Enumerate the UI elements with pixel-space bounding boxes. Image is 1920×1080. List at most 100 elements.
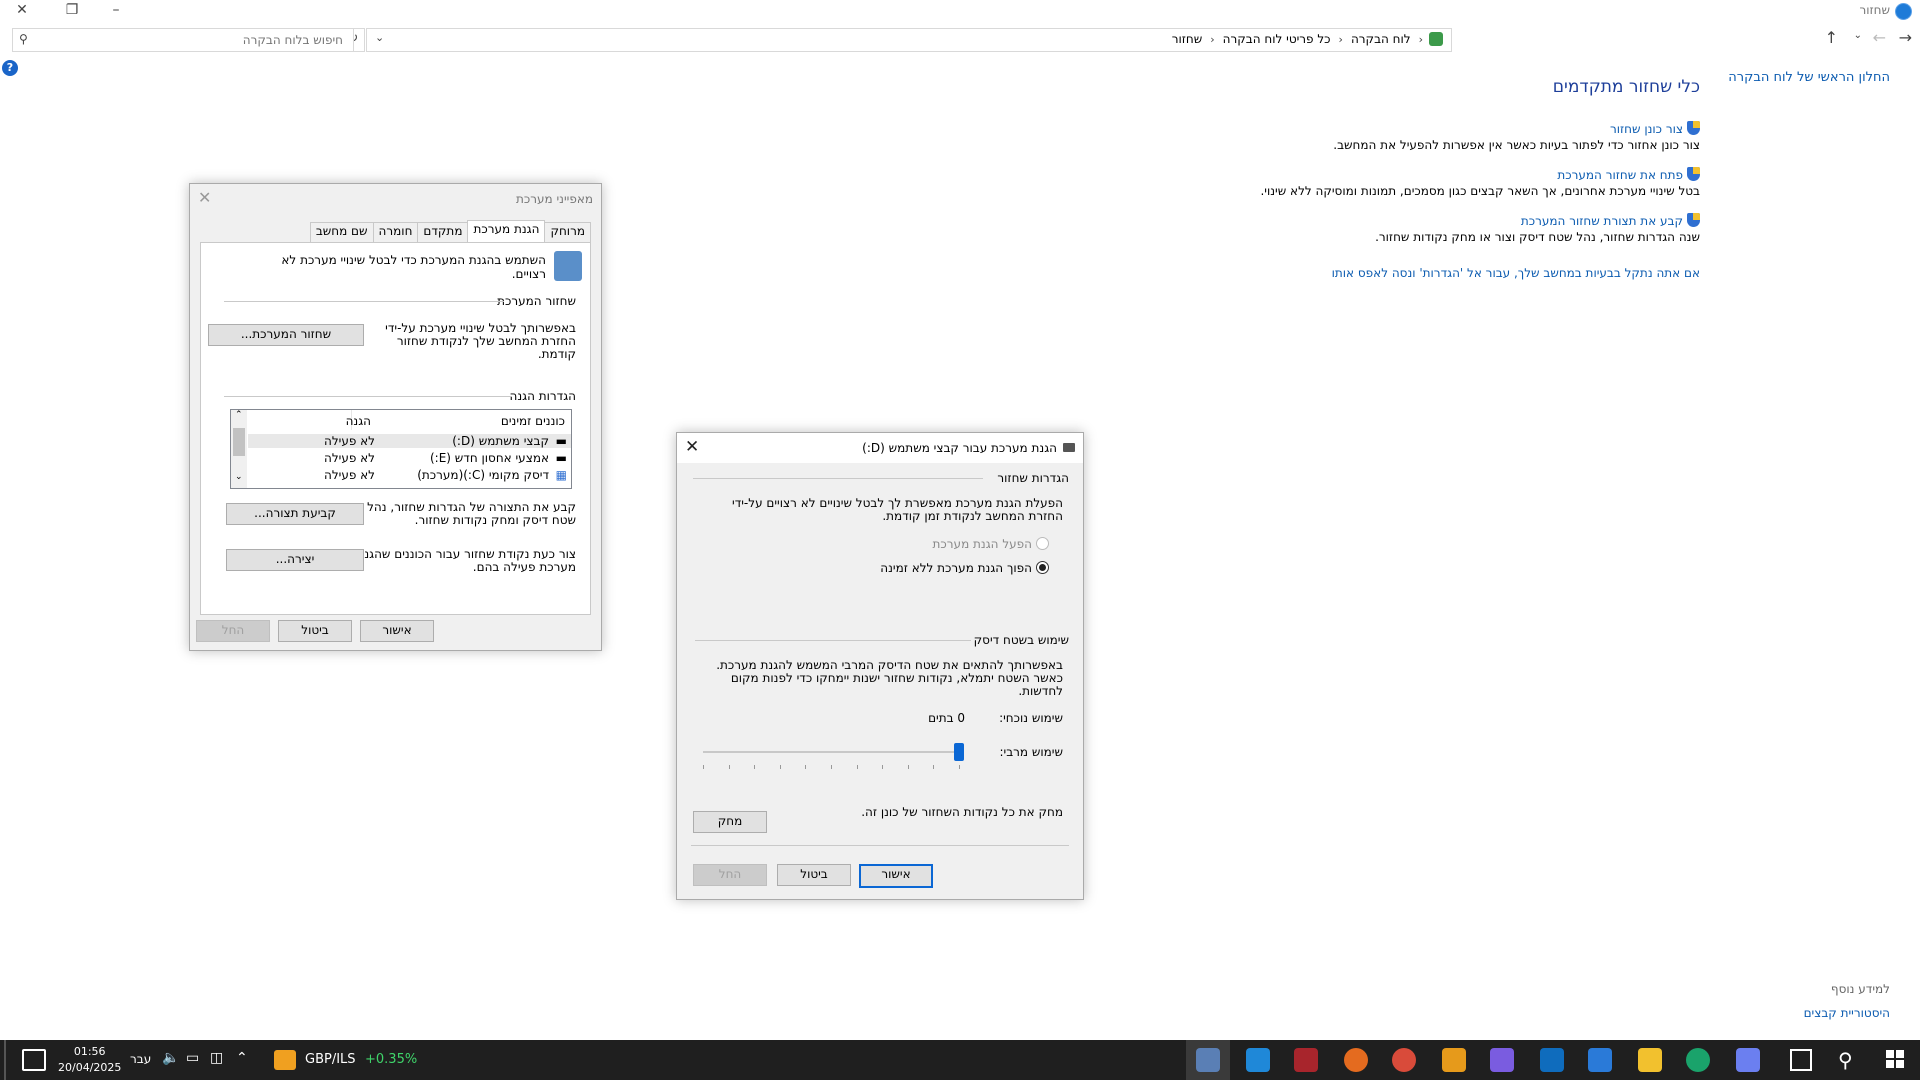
- network-icon[interactable]: ▭: [186, 1050, 199, 1066]
- search-input[interactable]: ⚲: [12, 28, 354, 52]
- scroll-thumb[interactable]: [233, 428, 245, 456]
- tab-remote[interactable]: מרוחק: [544, 222, 591, 243]
- slider-tick: [728, 765, 730, 769]
- chevron-up-icon[interactable]: ⌃: [236, 1050, 248, 1066]
- language-indicator[interactable]: עבר: [130, 1052, 151, 1066]
- back-icon[interactable]: →: [1899, 28, 1912, 47]
- forward-icon[interactable]: ←: [1873, 28, 1886, 47]
- column-header-protection[interactable]: הגנה: [346, 414, 371, 428]
- store-icon[interactable]: [1588, 1048, 1612, 1072]
- column-header-drives[interactable]: כוננים זמינים: [501, 414, 565, 428]
- configure-button[interactable]: קביעת תצורה...: [226, 503, 364, 525]
- close-icon[interactable]: ✕: [685, 437, 699, 457]
- drive-row[interactable]: ▬ קבצי משתמש (D:) לא פעילה: [248, 434, 571, 448]
- radio-disable[interactable]: הפוך הגנת מערכת ללא זמינה: [880, 561, 1049, 575]
- control-panel-home-link[interactable]: החלון הראשי של לוח הבקרה: [1728, 70, 1890, 85]
- open-system-restore-link[interactable]: פתח את שחזור המערכת: [1557, 168, 1683, 182]
- file-explorer-icon[interactable]: [1638, 1048, 1662, 1072]
- dialog-title: הגנת מערכת עבור קבצי משתמש (D:): [862, 441, 1057, 455]
- drive-icon: ▬: [555, 434, 567, 448]
- slider-tick: [703, 765, 704, 769]
- reset-pc-link[interactable]: אם אתה נתקל בבעיות במחשב שלך, עבור אל 'ה…: [1332, 266, 1700, 280]
- drive-row[interactable]: ▬ אמצעי אחסון חדש (E:) לא פעילה: [248, 451, 571, 465]
- delete-button[interactable]: מחק: [693, 811, 767, 833]
- page-title: כלי שחזור מתקדמים: [1552, 77, 1700, 97]
- search-icon[interactable]: ⚲: [19, 32, 28, 46]
- apply-button[interactable]: החל: [196, 620, 270, 642]
- apply-button[interactable]: החל: [693, 864, 767, 886]
- restore-icon[interactable]: ❐: [50, 0, 94, 22]
- search-icon[interactable]: ⚲: [1838, 1048, 1853, 1072]
- restore-description: באפשרותך לבטל שינויי מערכת על-ידי החזרת …: [385, 321, 576, 361]
- drive-status: לא פעילה: [323, 451, 375, 465]
- scroll-down-icon[interactable]: ⌄: [235, 472, 243, 482]
- tool-open-system-restore: פתח את שחזור המערכת בטל שינויי מערכת אחר…: [1260, 167, 1700, 198]
- firefox-icon[interactable]: [1344, 1048, 1368, 1072]
- cancel-button[interactable]: ביטול: [777, 864, 851, 886]
- drive-row[interactable]: ▦ דיסק מקומי (C:)(מערכת) לא פעילה: [248, 468, 571, 482]
- crumb-control-panel[interactable]: לוח הבקרה: [1351, 32, 1411, 46]
- file-history-link[interactable]: היסטוריית קבצים: [1804, 1006, 1890, 1020]
- chevron-down-icon[interactable]: ⌄: [375, 31, 384, 44]
- tab-hardware[interactable]: חומרה: [372, 222, 419, 243]
- control-panel-taskbar-icon[interactable]: [1196, 1048, 1220, 1072]
- windows-start-icon[interactable]: [1886, 1050, 1904, 1068]
- volume-icon[interactable]: 🔈: [162, 1050, 179, 1066]
- recent-locations-icon[interactable]: ⌄: [1854, 30, 1862, 41]
- edge-icon[interactable]: [1686, 1048, 1710, 1072]
- minimize-icon[interactable]: –: [94, 0, 138, 22]
- clock-date: 20/04/2025: [58, 1061, 122, 1074]
- help-icon[interactable]: ?: [2, 60, 18, 76]
- clock[interactable]: 01:56 20/04/2025: [58, 1044, 121, 1076]
- ok-button[interactable]: אישור: [360, 620, 434, 642]
- task-view-icon[interactable]: [1790, 1049, 1812, 1071]
- notifications-icon[interactable]: [22, 1049, 46, 1071]
- up-icon[interactable]: ↑: [1825, 28, 1838, 47]
- tool-create-recovery-drive: צור כונן שחזור צור כונן אחזור כדי לפתור …: [1333, 121, 1700, 152]
- start-pane: [1886, 1050, 1894, 1058]
- slider-tick: [805, 765, 807, 769]
- system-restore-button[interactable]: שחזור המערכת...: [208, 324, 364, 346]
- cancel-button[interactable]: ביטול: [278, 620, 352, 642]
- close-icon[interactable]: ✕: [198, 188, 211, 207]
- tab-advanced[interactable]: מתקדם: [417, 222, 469, 243]
- group-disk-usage: שימוש בשטח דיסק: [973, 633, 1069, 647]
- scrollbar[interactable]: ⌃ ⌄: [231, 410, 247, 488]
- crumb-recovery[interactable]: שחזור: [1172, 32, 1203, 46]
- show-desktop[interactable]: [4, 1040, 6, 1080]
- chevron-icon: ‹: [1210, 32, 1215, 46]
- outlook-icon[interactable]: [1540, 1048, 1564, 1072]
- app-icon[interactable]: [1294, 1048, 1318, 1072]
- remote-desktop-icon[interactable]: [1246, 1048, 1270, 1072]
- chrome-icon[interactable]: [1392, 1048, 1416, 1072]
- copilot-icon[interactable]: [1736, 1048, 1760, 1072]
- slider-tick: [779, 765, 781, 769]
- search-field[interactable]: [41, 29, 345, 51]
- tab-system-protection[interactable]: הגנת מערכת: [467, 220, 546, 243]
- currency-widget-icon[interactable]: [274, 1050, 296, 1070]
- radio-turn-on[interactable]: הפעל הגנת מערכת: [933, 537, 1049, 551]
- configure-system-restore-link[interactable]: קבע את תצורת שחזור המערכת: [1521, 214, 1683, 228]
- radio-button[interactable]: [1036, 561, 1049, 574]
- ticker-symbol[interactable]: GBP/ILS: [305, 1052, 356, 1067]
- dialog-titlebar: הגנת מערכת עבור קבצי משתמש (D:) ✕: [677, 433, 1083, 463]
- address-bar[interactable]: ‹ לוח הבקרה ‹ כל פריטי לוח הבקרה ‹ שחזור…: [341, 28, 1452, 52]
- ok-button[interactable]: אישור: [859, 864, 933, 888]
- drive-name: דיסק מקומי (C:)(מערכת): [417, 468, 549, 482]
- close-icon[interactable]: ✕: [0, 0, 44, 22]
- media-player-icon[interactable]: [1442, 1048, 1466, 1072]
- tab-computer-name[interactable]: שם מחשב: [309, 222, 374, 243]
- drive-list[interactable]: ⌃ ⌄ כוננים זמינים הגנה ▬ קבצי משתמש (D:)…: [230, 409, 572, 489]
- crumb-all-items[interactable]: כל פריטי לוח הבקרה: [1223, 32, 1331, 46]
- radio-button[interactable]: [1036, 537, 1049, 550]
- create-button[interactable]: יצירה...: [226, 549, 364, 571]
- max-usage-slider-track[interactable]: [703, 751, 959, 753]
- scroll-up-icon[interactable]: ⌃: [235, 410, 243, 420]
- m365-icon[interactable]: [1490, 1048, 1514, 1072]
- meet-icon[interactable]: ◫: [210, 1050, 223, 1066]
- system-protection-panel: השתמש בהגנת המערכת כדי לבטל שינויי מערכת…: [200, 242, 591, 615]
- computer-shield-icon: [554, 251, 582, 281]
- group-restore-settings: הגדרות שחזור: [997, 471, 1069, 485]
- create-recovery-drive-link[interactable]: צור כונן שחזור: [1610, 122, 1683, 136]
- max-usage-slider-thumb[interactable]: [954, 743, 964, 761]
